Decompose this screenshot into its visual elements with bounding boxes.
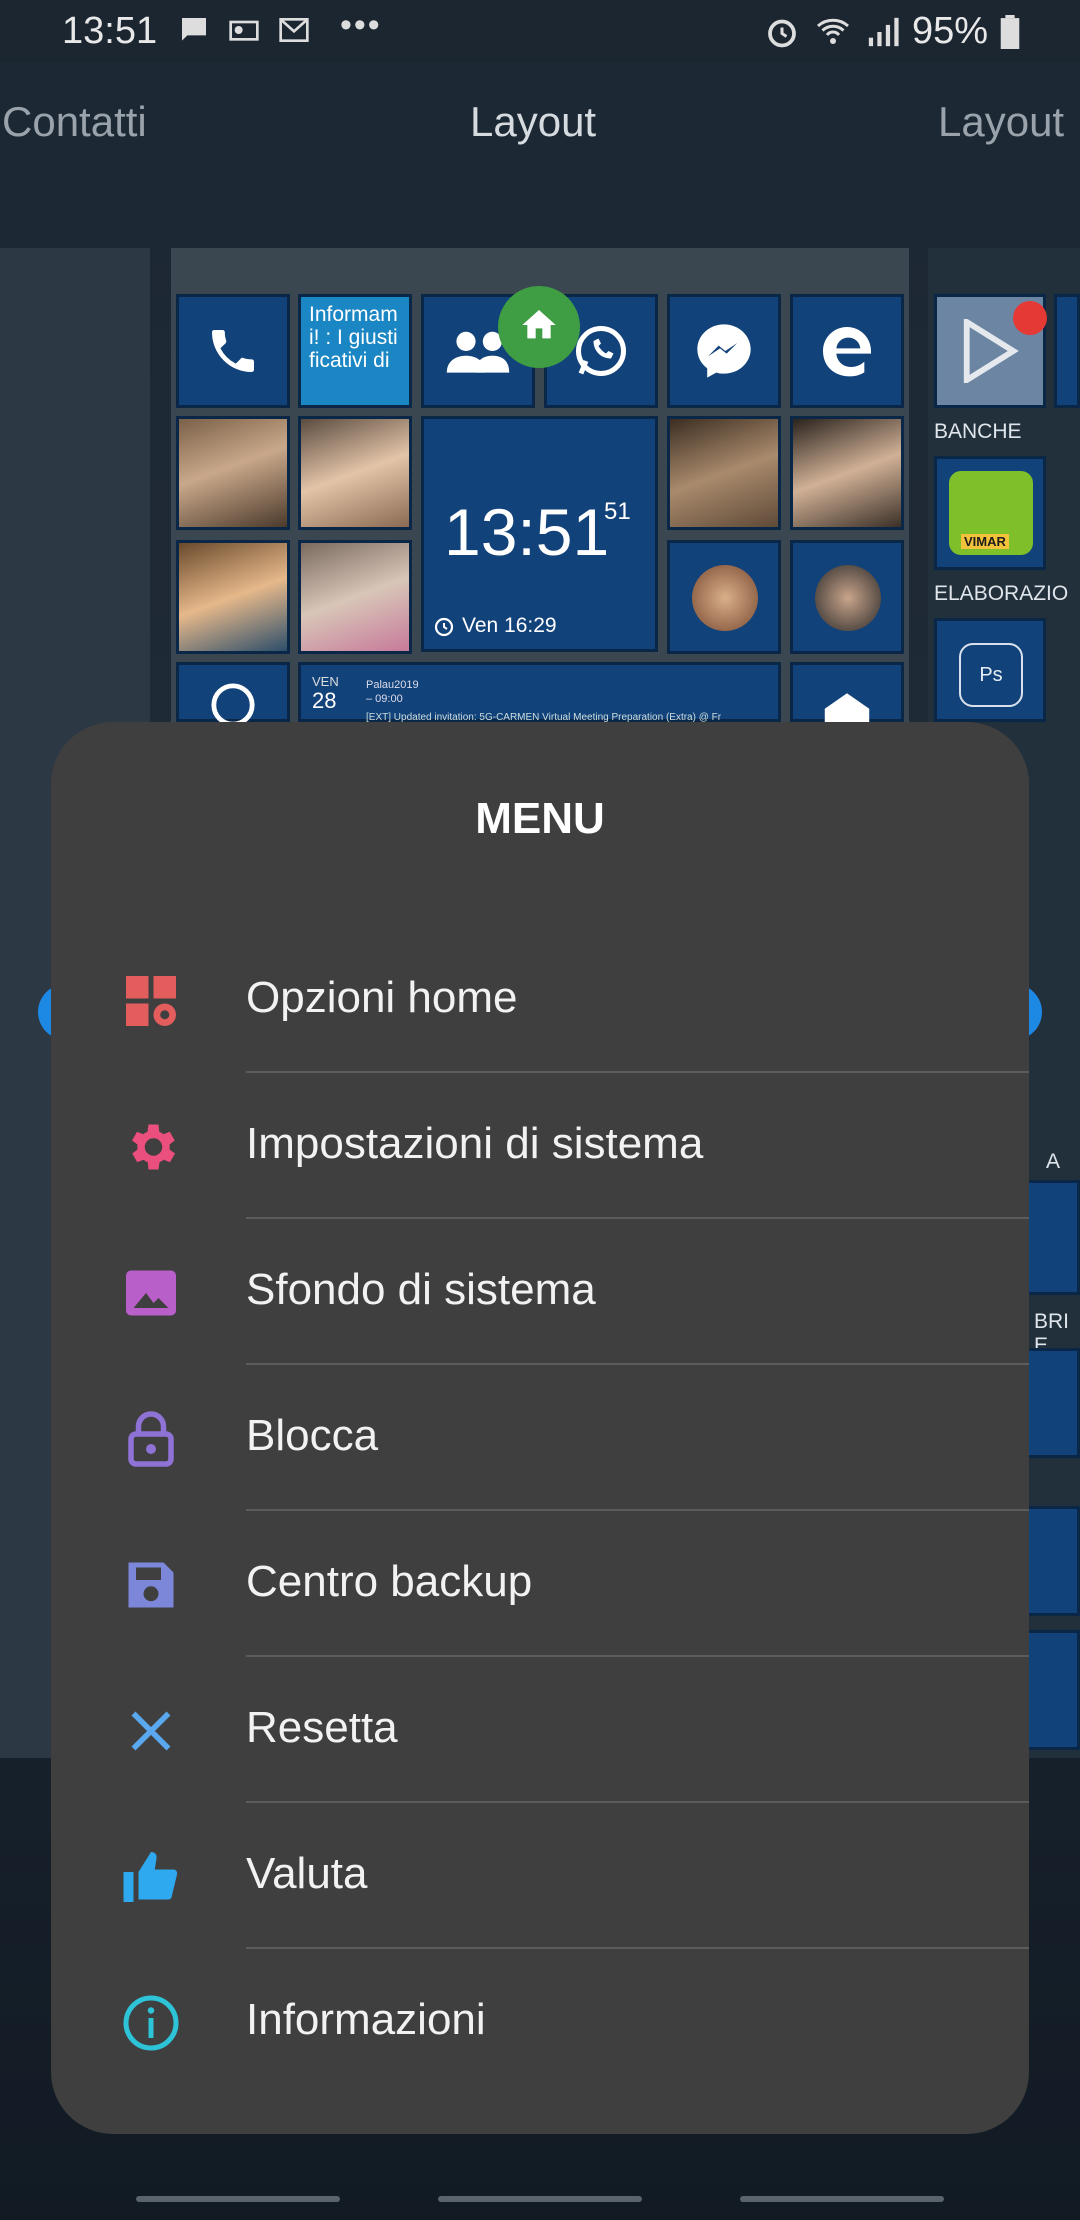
menu-item-resetta[interactable]: Resetta [51,1657,1029,1803]
notification-bell-icon [1013,301,1047,335]
menu-item-centro-backup[interactable]: Centro backup [51,1511,1029,1657]
lock-icon [128,1411,174,1467]
contact-avatar [692,565,758,631]
close-icon [131,1711,171,1751]
nav-recents-indicator[interactable] [136,2196,340,2202]
messenger-icon [697,324,751,378]
play-store-tile[interactable] [934,294,1047,408]
menu-item-impostazioni[interactable]: Impostazioni di sistema [51,1073,1029,1219]
contact-photo[interactable] [176,540,290,654]
save-icon [128,1562,174,1608]
contact-photo[interactable] [790,416,904,530]
group-label-a: A [1046,1150,1061,1173]
tab-layout-next[interactable]: Layout [938,98,1064,146]
info-tile[interactable]: Informam i! : I giusti ficativi di [298,294,412,408]
outlook-icon [229,20,259,41]
phone-icon [212,330,254,372]
skype-tile[interactable] [176,662,290,727]
group-label-elaborazio: ELABORAZIO [934,582,1069,605]
next-alarm: Ven 16:29 [432,614,557,638]
more-notifications-icon: ••• [340,6,382,44]
play-store-icon [963,319,1019,383]
messenger-tile[interactable] [667,294,781,408]
home-options-icon [126,976,176,1026]
battery-icon [1000,14,1020,49]
email-tile[interactable] [790,662,904,729]
image-icon [126,1270,176,1316]
contact-photo[interactable] [667,416,781,530]
alarm-icon [768,19,796,47]
status-bar: 13:51 ••• 95% [0,0,1080,62]
menu-title: MENU [475,794,605,843]
menu-item-informazioni[interactable]: Informazioni [51,1949,1029,2095]
contact-photo[interactable] [176,416,290,530]
next-tile[interactable] [1054,294,1080,408]
home-icon [522,310,556,339]
menu-item-sfondo[interactable]: Sfondo di sistema [51,1219,1029,1365]
home-page-badge[interactable] [498,286,580,368]
contact-photo[interactable] [298,540,412,654]
whatsapp-icon [576,326,626,376]
wifi-icon [816,18,849,44]
edge-icon [823,327,871,377]
vimar-app-icon: VIMAR [949,471,1033,555]
signal-icon [868,17,899,46]
menu-item-blocca[interactable]: Blocca [51,1365,1029,1511]
phone-tile[interactable] [176,294,290,408]
tab-contatti[interactable]: Contatti [2,98,147,146]
calendar-day: VEN [312,674,339,689]
nav-home-indicator[interactable] [438,2196,642,2202]
contact-round-tile[interactable] [790,540,904,654]
vimar-tile[interactable]: VIMAR [934,456,1046,570]
battery-percent: 95% [911,10,988,52]
group-label-banche: BANCHE [934,420,1022,443]
status-time: 13:51 [62,10,158,52]
contact-round-tile[interactable] [667,540,781,654]
calendar-event: Palau2019 – 09:00 [366,679,419,705]
photoshop-tile[interactable]: Ps [934,618,1046,722]
alarm-clock-icon [434,617,454,637]
gear-icon [132,1124,175,1170]
calendar-date: 28 [312,688,337,713]
menu-sheet: MENU Opzioni home Impostazioni di sistem… [51,722,1029,2134]
message-icon [182,18,206,41]
gmail-icon [279,18,309,42]
thumbs-up-icon [123,1852,178,1902]
contact-avatar [815,565,881,631]
clock-time: 13:51 [444,495,610,569]
contact-photo[interactable] [298,416,412,530]
edge-tile[interactable] [790,294,904,408]
info-icon [123,1995,179,2051]
menu-item-opzioni-home[interactable]: Opzioni home [51,927,1029,1073]
menu-item-valuta[interactable]: Valuta [51,1803,1029,1949]
tab-layout-current[interactable]: Layout [470,98,596,146]
nav-back-indicator[interactable] [740,2196,944,2202]
clock-seconds: 51 [604,498,631,525]
